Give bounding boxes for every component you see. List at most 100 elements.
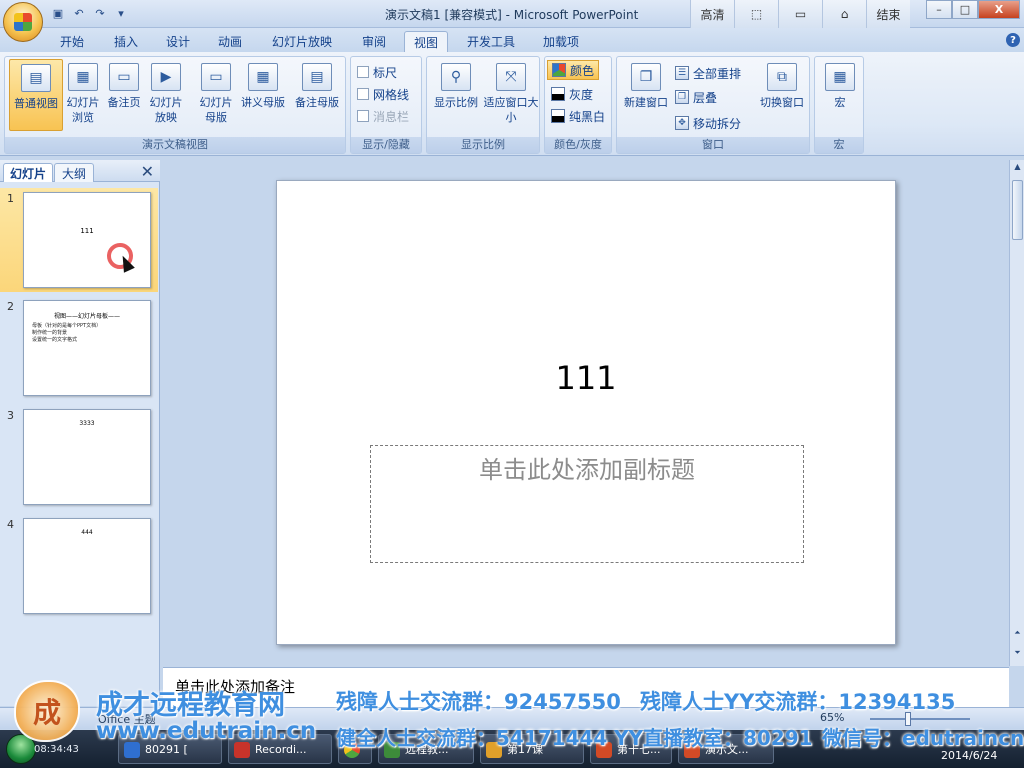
help-icon[interactable]: ? (1006, 33, 1020, 47)
slide-title[interactable]: 111 (277, 359, 895, 397)
subtitle-placeholder-text: 单击此处添加副标题 (479, 456, 695, 484)
tab-developer[interactable]: 开发工具 (458, 31, 524, 52)
notes-page-icon: ▭ (109, 63, 139, 91)
color-button[interactable]: 颜色 (547, 60, 600, 80)
group-label-show-hide: 显示/隐藏 (351, 137, 421, 153)
redo-icon[interactable]: ↷ (92, 5, 108, 21)
fit-window-icon: ⤧ (496, 63, 526, 91)
slide-thumbnail-3[interactable]: 3 3333 (0, 405, 158, 509)
tab-home[interactable]: 开始 (50, 31, 94, 52)
home-icon[interactable]: ⌂ (822, 0, 866, 28)
office-button[interactable] (3, 2, 43, 42)
arrange-all-button[interactable]: ☰ 全部重排 (675, 63, 741, 83)
thumb-title: 111 (80, 227, 94, 235)
slide-thumb[interactable]: 3333 (23, 409, 151, 505)
slideshow-button[interactable]: ▶ 幻灯片放映 (146, 59, 186, 131)
macro-icon: ▦ (825, 63, 855, 91)
grayscale-button[interactable]: 灰度 (551, 84, 593, 104)
tab-slideshow[interactable]: 幻灯片放映 (262, 31, 342, 52)
group-label-color: 颜色/灰度 (545, 137, 611, 153)
handout-master-icon: ▦ (248, 63, 278, 91)
slide-master-button[interactable]: ▭ 幻灯片母版 (195, 59, 237, 131)
next-slide-icon[interactable]: ⏷ (1012, 648, 1023, 662)
new-window-button[interactable]: ❐ 新建窗口 (619, 59, 673, 131)
thumb-title: 视图——幻灯片母板—— (53, 313, 120, 320)
slide-thumb[interactable]: 444 (23, 518, 151, 614)
save-icon[interactable]: ▣ (50, 5, 66, 21)
notes-page-button[interactable]: ▭ 备注页 (104, 59, 144, 131)
message-bar-checkbox: 消息栏 (357, 106, 409, 126)
scroll-up-icon[interactable]: ▲ (1012, 162, 1023, 176)
recorder-toolbar: 高清 ⬚ ▭ ⌂ 结束 (690, 0, 910, 28)
group-label-views: 演示文稿视图 (5, 137, 345, 153)
current-slide[interactable]: 111 单击此处添加副标题 (276, 180, 896, 645)
subtitle-placeholder[interactable]: 单击此处添加副标题 (370, 445, 804, 563)
notes-master-button[interactable]: ▤ 备注母版 (291, 59, 343, 131)
slide-sorter-icon: ▦ (68, 63, 98, 91)
switch-window-button[interactable]: ⧉ 切换窗口 (755, 59, 809, 131)
scroll-thumb[interactable] (1012, 180, 1023, 240)
normal-view-button[interactable]: ▤ 普通视图 (9, 59, 63, 131)
grayscale-icon (551, 87, 565, 101)
tab-design[interactable]: 设计 (156, 31, 200, 52)
move-split-button[interactable]: ✥ 移动拆分 (675, 113, 741, 133)
cascade-button[interactable]: ❐ 层叠 (675, 87, 717, 107)
black-white-icon (551, 109, 565, 123)
tab-insert[interactable]: 插入 (104, 31, 148, 52)
tab-outline[interactable]: 大纲 (54, 163, 94, 182)
tab-slides[interactable]: 幻灯片 (3, 163, 53, 182)
maximize-button[interactable]: □ (952, 0, 978, 19)
cascade-icon: ❐ (675, 90, 689, 104)
window-title: 演示文稿1 [兼容模式] - Microsoft PowerPoint (385, 8, 639, 22)
black-white-button[interactable]: 纯黑白 (551, 106, 605, 126)
magnifier-icon: ⚲ (441, 63, 471, 91)
tab-review[interactable]: 审阅 (352, 31, 396, 52)
group-show-hide: 标尺 网格线 消息栏 显示/隐藏 (350, 56, 422, 154)
tab-animation[interactable]: 动画 (208, 31, 252, 52)
slide-thumbnail-4[interactable]: 4 444 (0, 514, 158, 618)
group-window: ❐ 新建窗口 ☰ 全部重排 ❐ 层叠 ✥ 移动拆分 ⧉ 切换窗口 窗口 (616, 56, 810, 154)
title-bar: ▣ ↶ ↷ ▾ 演示文稿1 [兼容模式] - Microsoft PowerPo… (0, 0, 1024, 28)
region-icon[interactable]: ⬚ (734, 0, 778, 28)
tab-view[interactable]: 视图 (404, 31, 448, 52)
close-icon[interactable]: ✕ (141, 162, 154, 181)
ruler-checkbox[interactable]: 标尺 (357, 62, 397, 82)
watermark-logo: 成 (14, 680, 80, 742)
move-split-icon: ✥ (675, 116, 689, 130)
handout-master-button[interactable]: ▦ 讲义母版 (237, 59, 289, 131)
new-window-icon: ❐ (631, 63, 661, 91)
end-button[interactable]: 结束 (866, 0, 910, 28)
zoom-button[interactable]: ⚲ 显示比例 (431, 59, 481, 131)
recording-time: 08:34:43 (34, 744, 79, 755)
slides-panel: 幻灯片 大纲 ✕ 1 111 2 视图——幻灯片母板—— 母板（针对的是每个PP… (0, 160, 160, 706)
slide-thumbnail-2[interactable]: 2 视图——幻灯片母板—— 母板（针对的是每个PPT文档） 制作统一的背景 设置… (0, 296, 158, 400)
group-color: 颜色 灰度 纯黑白 颜色/灰度 (544, 56, 612, 154)
slide-thumb[interactable]: 111 (23, 192, 151, 288)
slide-thumb[interactable]: 视图——幻灯片母板—— 母板（针对的是每个PPT文档） 制作统一的背景 设置统一… (23, 300, 151, 396)
gridlines-checkbox[interactable]: 网格线 (357, 84, 409, 104)
undo-icon[interactable]: ↶ (71, 5, 87, 21)
minimize-button[interactable]: – (926, 0, 952, 19)
zoom-slider[interactable] (870, 718, 970, 720)
color-icon (552, 63, 566, 77)
watermark-url: www.edutrain.cn (96, 718, 317, 744)
customize-toolbar-icon[interactable]: ▾ (113, 5, 129, 21)
window-icon[interactable]: ▭ (778, 0, 822, 28)
slide-number: 4 (7, 518, 14, 531)
hd-button[interactable]: 高清 (690, 0, 734, 28)
slide-master-icon: ▭ (201, 63, 231, 91)
slide-number: 3 (7, 409, 14, 422)
ribbon-tabs: 开始 插入 设计 动画 幻灯片放映 审阅 视图 开发工具 加载项 (0, 28, 1024, 52)
macros-button[interactable]: ▦ 宏 (815, 59, 865, 131)
slide-editing-area: 111 单击此处添加副标题 (163, 160, 1009, 666)
close-button[interactable]: X (978, 0, 1020, 19)
slide-thumbnail-1[interactable]: 1 111 (0, 188, 158, 292)
slide-sorter-button[interactable]: ▦ 幻灯片浏览 (64, 59, 102, 131)
watermark-yy-disabled: 残障人士YY交流群：12394135 (640, 690, 956, 714)
tab-addins[interactable]: 加载项 (532, 31, 590, 52)
fit-to-window-button[interactable]: ⤧ 适应窗口大小 (483, 59, 539, 131)
prev-slide-icon[interactable]: ⏶ (1012, 628, 1023, 642)
switch-window-icon: ⧉ (767, 63, 797, 91)
vertical-scrollbar[interactable]: ▲ ⏶ ⏷ (1009, 160, 1024, 666)
app-icon (124, 742, 140, 758)
